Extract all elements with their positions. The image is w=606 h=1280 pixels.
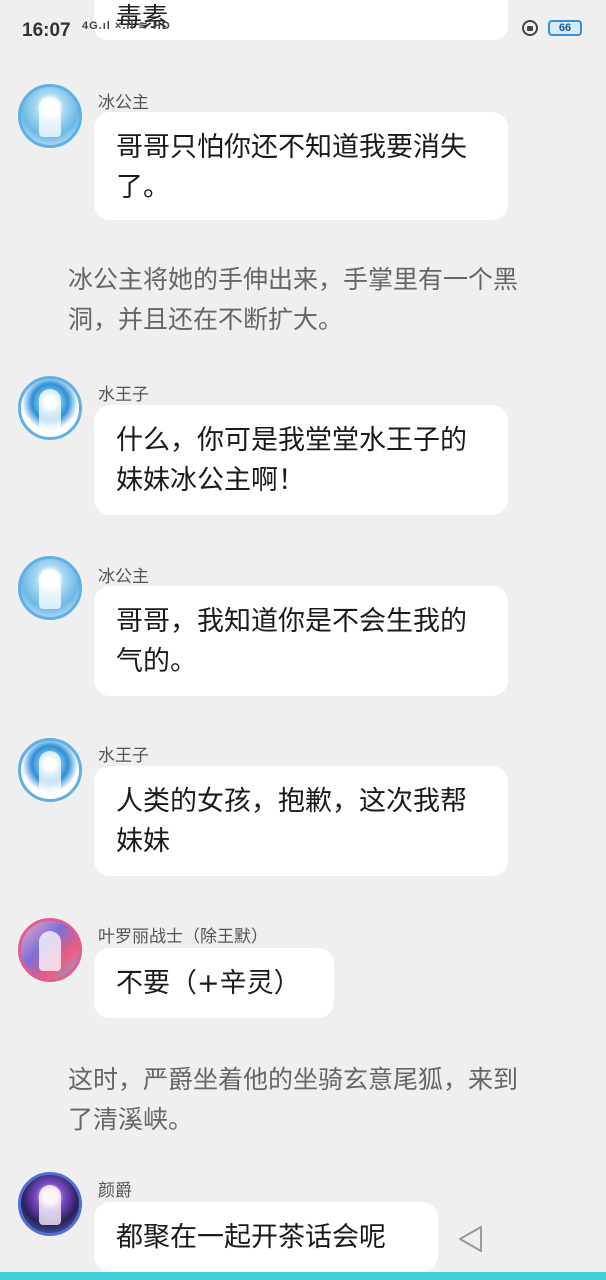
sender-name: 水王子	[98, 385, 149, 405]
message-bubble[interactable]: 人类的女孩，抱歉，这次我帮妹妹	[94, 766, 508, 876]
send-icon[interactable]	[456, 1224, 484, 1254]
message-bubble[interactable]: 哥哥，我知道你是不会生我的气的。	[94, 586, 508, 696]
message-bubble[interactable]: 哥哥只怕你还不知道我要消失了。	[94, 112, 508, 220]
avatar-water-prince[interactable]	[18, 738, 82, 802]
battery-indicator: 66	[548, 20, 582, 36]
avatar-ice-princess[interactable]	[18, 84, 82, 148]
sender-name: 叶罗丽战士（除王默）	[98, 927, 268, 947]
bottom-accent-bar	[0, 1272, 606, 1280]
message-bubble[interactable]: 不要（+辛灵）	[94, 948, 334, 1018]
sender-name: 冰公主	[98, 567, 149, 587]
narration-text: 这时，严爵坐着他的坐骑玄意尾狐，来到了清溪峡。	[68, 1065, 519, 1134]
narration-text: 冰公主将她的手伸出来，手掌里有一个黑洞，并且还在不断扩大。	[68, 265, 519, 334]
message-bubble[interactable]: 都聚在一起开茶话会呢	[94, 1202, 438, 1272]
avatar-yeloli-warriors[interactable]	[18, 918, 82, 982]
lock-icon	[522, 20, 538, 36]
avatar-ice-princess[interactable]	[18, 556, 82, 620]
avatar-yan-jue[interactable]	[18, 1172, 82, 1236]
signal-icons: 4G.ıl ×.ıl ≋ HD	[82, 20, 171, 32]
status-bar: 16:07 4G.ıl ×.ıl ≋ HD 66	[0, 0, 606, 60]
status-time: 16:07	[22, 20, 71, 41]
sender-name: 颜爵	[98, 1181, 132, 1201]
sender-name: 冰公主	[98, 93, 149, 113]
sender-name: 水王子	[98, 746, 149, 766]
message-bubble[interactable]: 什么，你可是我堂堂水王子的妹妹冰公主啊！	[94, 405, 508, 515]
avatar-water-prince[interactable]	[18, 376, 82, 440]
